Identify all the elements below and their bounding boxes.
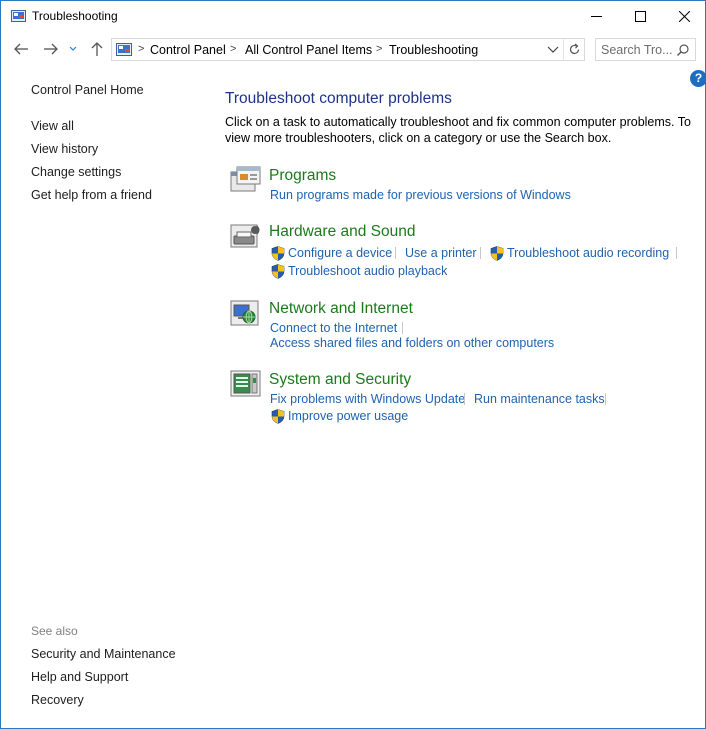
category-network-and-internet[interactable]: Network and Internet <box>269 300 413 318</box>
arrow-right-icon <box>43 43 58 55</box>
network-internet-icon[interactable] <box>230 299 262 327</box>
arrow-up-icon <box>91 41 103 56</box>
refresh-icon <box>569 43 580 55</box>
search-input[interactable] <box>596 39 674 60</box>
minimize-icon <box>590 15 602 17</box>
uac-shield-icon <box>271 246 285 261</box>
task-separator <box>605 393 606 405</box>
see-also-heading: See also <box>31 624 78 638</box>
category-hardware-and-sound[interactable]: Hardware and Sound <box>269 223 416 241</box>
task-use-a-printer[interactable]: Use a printer <box>405 246 477 260</box>
task-run-programs-previous-versions[interactable]: Run programs made for previous versions … <box>270 188 571 202</box>
help-button[interactable]: ? <box>690 70 706 87</box>
sidebar-link-view-history[interactable]: View history <box>31 142 98 156</box>
breadcrumb-troubleshooting[interactable]: Troubleshooting <box>389 43 478 57</box>
chevron-down-icon <box>69 46 77 51</box>
minimize-button[interactable] <box>573 1 619 31</box>
sidebar-link-get-help-from-a-friend[interactable]: Get help from a friend <box>31 188 152 202</box>
task-improve-power-usage[interactable]: Improve power usage <box>288 409 408 423</box>
address-bar[interactable]: > Control Panel > All Control Panel Item… <box>111 38 585 61</box>
troubleshooting-window: Troubleshooting > Control Panel > All Co… <box>0 0 706 729</box>
sidebar-link-control-panel-home[interactable]: Control Panel Home <box>31 83 144 97</box>
control-panel-icon <box>116 43 132 56</box>
search-box[interactable] <box>595 38 696 61</box>
sidebar-link-change-settings[interactable]: Change settings <box>31 165 121 179</box>
see-also-help-and-support[interactable]: Help and Support <box>31 670 128 684</box>
breadcrumb-control-panel[interactable]: Control Panel <box>150 43 226 57</box>
up-button[interactable] <box>88 39 106 59</box>
maximize-icon <box>634 10 646 22</box>
sidebar-link-view-all[interactable]: View all <box>31 119 74 133</box>
chevron-right-icon[interactable]: > <box>230 43 236 55</box>
forward-button[interactable] <box>40 39 60 59</box>
arrow-left-icon <box>13 43 28 55</box>
page-title: Troubleshoot computer problems <box>225 90 452 107</box>
address-divider <box>563 39 564 60</box>
uac-shield-icon <box>271 264 285 279</box>
hardware-sound-icon[interactable] <box>230 222 262 250</box>
task-troubleshoot-audio-recording[interactable]: Troubleshoot audio recording <box>507 246 669 260</box>
programs-icon[interactable] <box>230 165 262 193</box>
task-run-maintenance-tasks[interactable]: Run maintenance tasks <box>474 392 605 406</box>
task-separator <box>395 247 396 259</box>
back-button[interactable] <box>11 39 31 59</box>
control-panel-app-icon <box>11 10 26 22</box>
navigation-bar: > Control Panel > All Control Panel Item… <box>1 34 705 66</box>
uac-shield-icon <box>490 246 504 261</box>
address-dropdown-icon[interactable] <box>546 44 560 56</box>
uac-shield-icon <box>271 409 285 424</box>
see-also-recovery[interactable]: Recovery <box>31 693 84 707</box>
task-access-shared-files[interactable]: Access shared files and folders on other… <box>270 336 554 350</box>
task-troubleshoot-audio-playback[interactable]: Troubleshoot audio playback <box>288 264 447 278</box>
task-separator <box>464 393 465 405</box>
page-description: Click on a task to automatically trouble… <box>225 115 691 145</box>
task-configure-a-device[interactable]: Configure a device <box>288 246 392 260</box>
task-fix-problems-windows-update[interactable]: Fix problems with Windows Update <box>270 392 465 406</box>
close-button[interactable] <box>661 1 706 31</box>
category-programs[interactable]: Programs <box>269 167 336 185</box>
task-separator <box>402 322 403 334</box>
search-icon[interactable] <box>676 43 690 57</box>
chevron-right-icon[interactable]: > <box>376 43 382 55</box>
task-separator <box>480 247 481 259</box>
title-bar[interactable]: Troubleshooting <box>1 1 705 32</box>
see-also-security-and-maintenance[interactable]: Security and Maintenance <box>31 647 176 661</box>
category-system-and-security[interactable]: System and Security <box>269 371 411 389</box>
refresh-button[interactable] <box>565 40 584 59</box>
task-separator <box>676 247 677 259</box>
window-title: Troubleshooting <box>32 9 118 23</box>
system-security-icon[interactable] <box>230 370 262 398</box>
task-connect-to-the-internet[interactable]: Connect to the Internet <box>270 321 397 335</box>
chevron-right-icon[interactable]: > <box>138 43 144 55</box>
maximize-button[interactable] <box>617 1 663 31</box>
recent-locations-button[interactable] <box>67 39 79 59</box>
breadcrumb-all-control-panel-items[interactable]: All Control Panel Items <box>245 43 372 57</box>
close-icon <box>678 10 690 22</box>
